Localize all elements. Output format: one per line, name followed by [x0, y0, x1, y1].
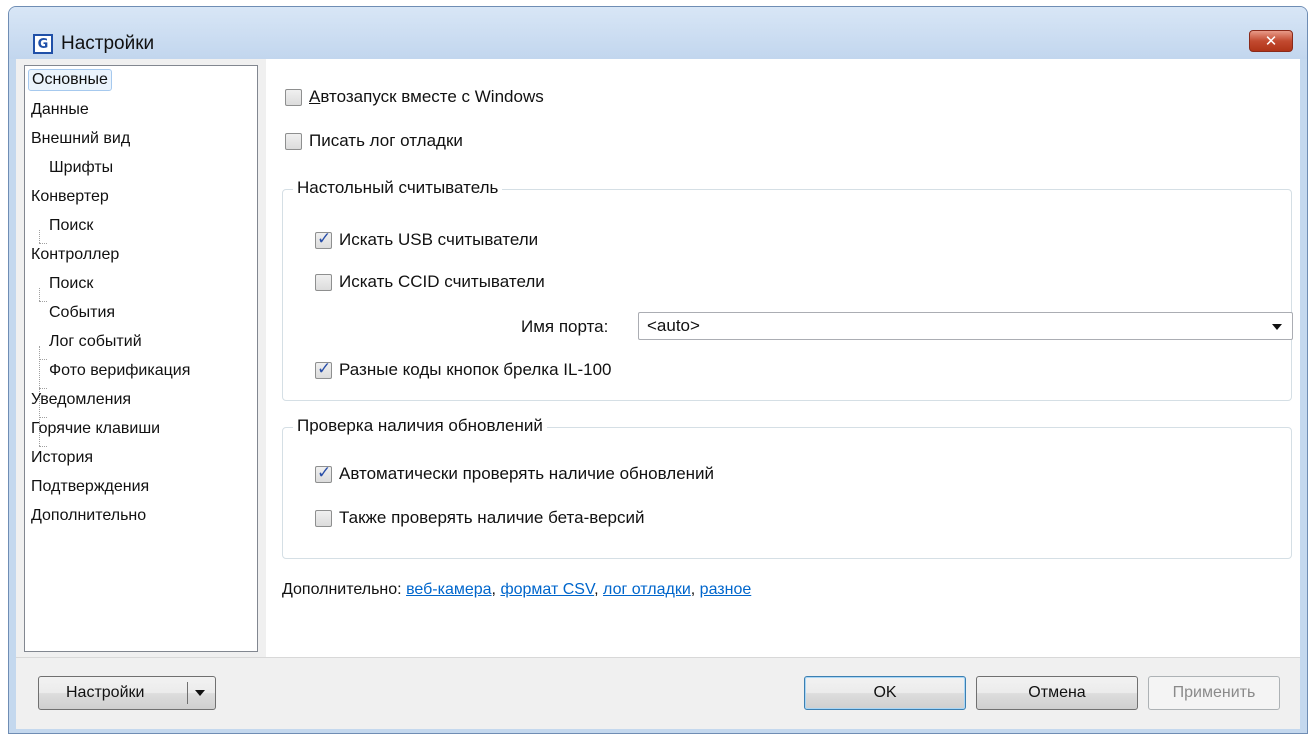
tree-item-confirmations[interactable]: Подтверждения [31, 476, 149, 498]
tree-item-advanced[interactable]: Дополнительно [31, 505, 146, 527]
tree-item-converter-search[interactable]: Поиск [49, 215, 93, 237]
debug-log-link[interactable]: лог отладки [603, 581, 691, 598]
tree-item-photo-verification[interactable]: Фото верификация [49, 360, 190, 382]
tree-item-general[interactable]: Основные [28, 69, 112, 91]
updates-group: Проверка наличия обновлений Автоматическ… [282, 416, 1292, 559]
tree-item-event-log[interactable]: Лог событий [49, 331, 142, 353]
ok-button[interactable]: OK [804, 676, 966, 710]
port-name-select[interactable]: <auto> [638, 312, 1293, 340]
window-title: Настройки [61, 33, 155, 54]
tree-item-converter[interactable]: Конвертер [31, 186, 109, 208]
chevron-down-icon[interactable] [195, 690, 205, 696]
tree-connector [39, 230, 40, 243]
usb-readers-label: Искать USB считыватели [339, 230, 539, 249]
keyfob-codes-checkbox[interactable] [315, 359, 332, 379]
tree-item-data[interactable]: Данные [31, 99, 89, 121]
keyfob-codes-label: Разные коды кнопок брелка IL-100 [339, 360, 612, 379]
link-separator: , [594, 581, 604, 598]
settings-window: G Настройки ✕ Основные Данные Внешний ви… [8, 6, 1308, 734]
more-settings-label: Дополнительно: [282, 581, 402, 598]
tree-item-history[interactable]: История [31, 447, 93, 469]
ccid-readers-checkbox-row[interactable]: Искать CCID считыватели [315, 272, 545, 292]
desktop-reader-group-title: Настольный считыватель [293, 178, 503, 198]
autostart-label: Автозапуск вместе с Windows [309, 87, 544, 106]
app-logo-icon: G [33, 34, 53, 54]
tree-connector [39, 301, 47, 302]
usb-readers-checkbox-row[interactable]: Искать USB считыватели [315, 229, 539, 250]
tree-item-events[interactable]: События [49, 302, 115, 324]
ccid-readers-label: Искать CCID считыватели [339, 272, 545, 291]
beta-update-checkbox[interactable] [315, 509, 332, 527]
apply-button[interactable]: Применить [1148, 676, 1280, 710]
tree-item-notifications[interactable]: Уведомления [31, 389, 131, 411]
beta-update-checkbox-row[interactable]: Также проверять наличие бета-версий [315, 508, 645, 528]
misc-link[interactable]: разное [700, 581, 752, 598]
settings-category-tree[interactable]: Основные Данные Внешний вид Шрифты Конве… [24, 65, 258, 652]
tree-item-appearance[interactable]: Внешний вид [31, 128, 130, 150]
autostart-checkbox-row[interactable]: Автозапуск вместе с Windows [285, 87, 544, 107]
tree-item-controller-search[interactable]: Поиск [49, 273, 93, 295]
webcam-link[interactable]: веб-камера [406, 581, 491, 598]
dialog-footer: Настройки OK Отмена Применить [16, 657, 1300, 729]
tree-item-fonts[interactable]: Шрифты [49, 157, 113, 179]
title-bar[interactable]: G Настройки ✕ [9, 7, 1307, 59]
port-name-value: <auto> [647, 316, 700, 335]
chevron-down-icon [1272, 324, 1282, 330]
csv-format-link[interactable]: формат CSV [500, 581, 594, 598]
more-settings-line: Дополнительно: веб-камера, формат CSV, л… [282, 581, 751, 599]
tree-item-hotkeys[interactable]: Горячие клавиши [31, 418, 160, 440]
debug-log-label: Писать лог отладки [309, 131, 463, 150]
auto-update-checkbox[interactable] [315, 463, 332, 483]
port-name-label: Имя порта: [521, 317, 609, 336]
ccid-readers-checkbox[interactable] [315, 273, 332, 291]
tree-connector [39, 359, 47, 360]
settings-button-label: Настройки [66, 684, 145, 701]
updates-group-title: Проверка наличия обновлений [293, 416, 547, 436]
split-button-separator [187, 682, 188, 704]
debug-log-checkbox[interactable] [285, 132, 302, 150]
settings-panel: Автозапуск вместе с Windows Писать лог о… [266, 59, 1300, 657]
auto-update-checkbox-row[interactable]: Автоматически проверять наличие обновлен… [315, 463, 715, 484]
close-icon: ✕ [1264, 32, 1278, 50]
tree-connector [39, 288, 40, 301]
settings-split-button[interactable]: Настройки [38, 676, 216, 710]
keyfob-codes-checkbox-row[interactable]: Разные коды кнопок брелка IL-100 [315, 359, 612, 380]
debug-log-checkbox-row[interactable]: Писать лог отладки [285, 131, 463, 151]
link-separator: , [690, 581, 700, 598]
cancel-button[interactable]: Отмена [976, 676, 1138, 710]
dialog-client-area: Основные Данные Внешний вид Шрифты Конве… [16, 59, 1300, 729]
usb-readers-checkbox[interactable] [315, 229, 332, 249]
close-button[interactable]: ✕ [1249, 30, 1293, 52]
autostart-checkbox[interactable] [285, 88, 302, 106]
desktop-reader-group: Настольный считыватель Искать USB считыв… [282, 178, 1293, 401]
auto-update-label: Автоматически проверять наличие обновлен… [339, 464, 715, 483]
tree-item-controller[interactable]: Контроллер [31, 244, 119, 266]
beta-update-label: Также проверять наличие бета-версий [339, 508, 645, 527]
